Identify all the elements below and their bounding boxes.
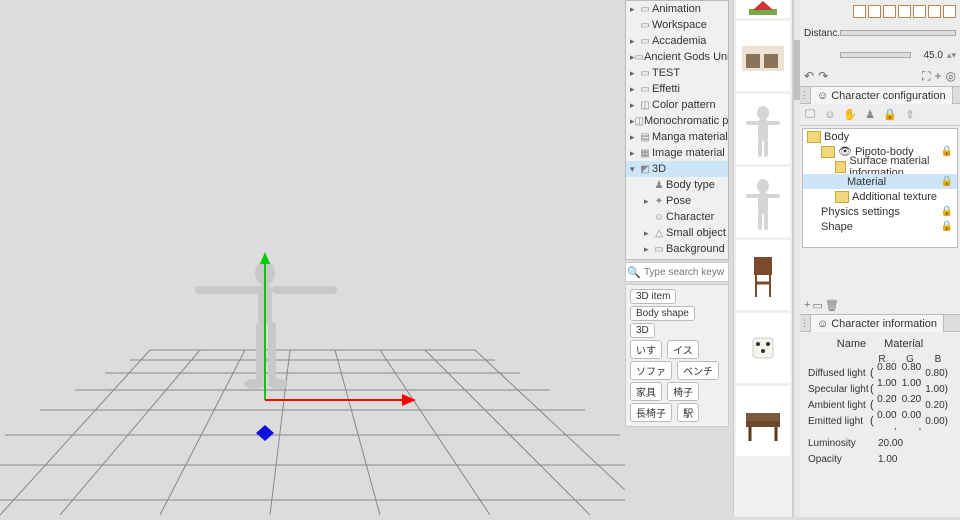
thumbnail[interactable]	[736, 313, 790, 383]
grip-icon[interactable]: ⋮⋮	[800, 90, 810, 101]
body-tree-row[interactable]: Surface material information	[803, 159, 957, 174]
asset-tree-panel: ▸▭Animation ▭Workspace ▸▭Accademia ▸▭Anc…	[625, 0, 729, 260]
col-name: Name	[837, 338, 866, 350]
body-tree-row[interactable]: Body	[803, 129, 957, 144]
lock-icon[interactable]: 🔒	[880, 105, 900, 125]
table-row: Luminosity20.00	[808, 435, 952, 451]
body-tree-row-material[interactable]: Material🔒	[803, 174, 957, 189]
tag[interactable]: 家具	[630, 382, 662, 401]
tab-character-info[interactable]: ☺Character information	[810, 314, 944, 332]
trash-icon[interactable]: 🗑	[825, 299, 839, 312]
tree-item[interactable]: ▸▦Image material	[626, 145, 728, 161]
tree-item[interactable]: ▸✦Pose	[626, 193, 728, 209]
redo-icon[interactable]: ↷	[818, 69, 828, 83]
thumbnail-scrollbar[interactable]	[793, 0, 800, 517]
body-tree-row[interactable]: Shape🔒	[803, 219, 957, 234]
frame-icon[interactable]: ⛶	[922, 69, 930, 84]
folder-icon	[807, 131, 821, 143]
tree-item[interactable]: ▸▭Ancient Gods Uni...	[626, 49, 728, 65]
tag[interactable]: 駅	[677, 403, 699, 422]
thumbnail[interactable]	[736, 386, 790, 456]
view-cube-icon[interactable]	[898, 5, 911, 18]
tree-item[interactable]: ▸△Small object	[626, 225, 728, 241]
folder-icon	[835, 191, 849, 203]
distance-value: 45.0	[915, 50, 943, 61]
tree-item[interactable]: ▸▤Manga material	[626, 129, 728, 145]
tag[interactable]: いす	[630, 340, 662, 359]
col-material: Material	[884, 338, 923, 350]
view-cube-icon[interactable]	[913, 5, 926, 18]
viewport-3d[interactable]	[0, 0, 625, 517]
add-icon[interactable]: +	[935, 69, 942, 83]
bell-icon[interactable]: ♟	[860, 105, 880, 125]
grip-icon[interactable]: ⋮⋮	[800, 318, 810, 329]
add-icon[interactable]: +	[804, 299, 810, 311]
undo-icon[interactable]: ↶	[804, 69, 814, 83]
body-tree: Body 👁Pipoto-body🔒 Surface material info…	[802, 128, 958, 248]
distance-slider-2[interactable]	[840, 52, 911, 58]
view-cube-icon[interactable]	[853, 5, 866, 18]
thumbnail[interactable]	[736, 167, 790, 237]
tag[interactable]: 長椅子	[630, 403, 672, 422]
search-icon[interactable]: 🔍	[626, 266, 642, 279]
tab-character-config[interactable]: ☺Character configuration	[810, 86, 953, 104]
table-row: Opacity1.00	[808, 451, 952, 467]
ghost-icon[interactable]: ☺	[820, 105, 840, 125]
search-input[interactable]	[642, 267, 724, 278]
tree-item-3d[interactable]: ▾◩3D	[626, 161, 728, 177]
lock-icon[interactable]: 🔒	[941, 221, 953, 232]
view-cubes	[800, 0, 960, 22]
tag-cloud: 3D item Body shape 3D いす イス ソファ ベンチ 家具 椅…	[625, 284, 729, 427]
body-tree-row[interactable]: Additional texture	[803, 189, 957, 204]
tree-item[interactable]: ▸▭TEST	[626, 65, 728, 81]
view-cube-icon[interactable]	[868, 5, 881, 18]
distance-label: Distanc...	[804, 28, 836, 39]
view-cube-icon[interactable]	[883, 5, 896, 18]
tree-item[interactable]: ☺Character	[626, 209, 728, 225]
properties-panel: Distanc... 45.0 ▴▾ ↶ ↷ ⛶ + ◎ ⋮⋮ ☺Charact…	[800, 0, 960, 517]
view-cube-icon[interactable]	[928, 5, 941, 18]
table-row: Emitted light(0.00 ,0.00 ,0.00)	[808, 413, 952, 429]
layer-icon[interactable]: ▭	[812, 299, 822, 312]
tag[interactable]: 3D	[630, 323, 655, 338]
tag[interactable]: 3D item	[630, 289, 676, 304]
tree-item[interactable]: ▸◫Color pattern	[626, 97, 728, 113]
pose-icon[interactable]: ⇧	[900, 105, 920, 125]
col-b: B	[924, 354, 952, 365]
tag[interactable]: ソファ	[630, 361, 672, 380]
person-icon: ☺	[817, 90, 828, 102]
tag[interactable]: Body shape	[630, 306, 695, 321]
distance-slider[interactable]	[840, 30, 956, 36]
tree-item[interactable]: ▭Workspace	[626, 17, 728, 33]
lock-icon[interactable]: 🔒	[941, 206, 953, 217]
monitor-icon[interactable]: 🖵	[800, 105, 820, 125]
tree-item[interactable]: ▸▭Accademia	[626, 33, 728, 49]
thumbnail[interactable]	[736, 0, 790, 18]
tree-item[interactable]: ▸▭Background	[626, 241, 728, 257]
tree-item[interactable]: ▸▭Animation	[626, 1, 728, 17]
body-tree-row[interactable]: Physics settings🔒	[803, 204, 957, 219]
person-icon: ☺	[817, 318, 828, 330]
tag[interactable]: ベンチ	[677, 361, 719, 380]
folder-icon	[821, 146, 835, 158]
material-table: NameMaterial RGB Diffused light(0.80 ,0.…	[800, 332, 960, 473]
hand-icon[interactable]: ✋	[840, 105, 860, 125]
config-toolbar: 🖵 ☺ ✋ ♟ 🔒 ⇧	[800, 104, 960, 126]
search-box: 🔍	[625, 262, 729, 282]
tag[interactable]: イス	[667, 340, 699, 359]
tree-item[interactable]: ♟Body type	[626, 177, 728, 193]
lock-icon[interactable]: 🔒	[941, 176, 953, 187]
stepper-icon[interactable]: ▴▾	[947, 50, 956, 61]
thumbnail[interactable]	[736, 94, 790, 164]
view-cube-icon[interactable]	[943, 5, 956, 18]
thumbnail[interactable]	[736, 240, 790, 310]
tag[interactable]: 椅子	[667, 382, 699, 401]
target-icon[interactable]: ◎	[946, 69, 956, 83]
tree-item[interactable]: ▸◫Monochromatic pa...	[626, 113, 728, 129]
tree-item[interactable]: ▸▭Effetti	[626, 81, 728, 97]
thumbnail[interactable]	[736, 21, 790, 91]
folder-icon	[835, 161, 846, 173]
thumbnail-list	[733, 0, 793, 517]
